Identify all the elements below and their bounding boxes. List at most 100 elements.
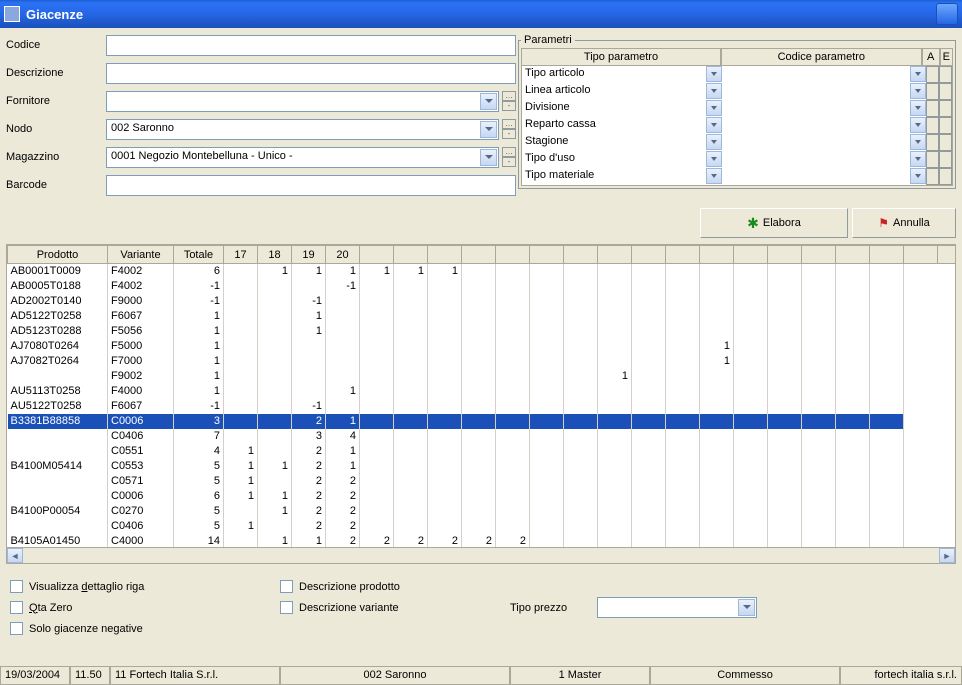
param-e-button[interactable]	[939, 66, 952, 83]
grid-header-empty[interactable]	[700, 246, 734, 264]
table-row[interactable]: C0406734	[8, 429, 957, 444]
scroll-right-button[interactable]: ►	[939, 548, 955, 563]
grid-header-empty[interactable]	[836, 246, 870, 264]
elabora-button[interactable]: ✱ Elabora	[700, 208, 848, 238]
visualizza-dettaglio-checkbox[interactable]: Visualizza dettaglio riga	[10, 580, 280, 593]
table-row[interactable]: C04065122	[8, 519, 957, 534]
fornitore-select[interactable]	[106, 91, 499, 112]
table-row[interactable]: AJ7080T0264F500011	[8, 339, 957, 354]
grid-header-empty[interactable]	[802, 246, 836, 264]
param-a-button[interactable]	[926, 168, 939, 185]
qta-zero-checkbox[interactable]: Qta Zero	[10, 601, 280, 614]
param-a-button[interactable]	[926, 151, 939, 168]
param-e-button[interactable]	[939, 134, 952, 151]
descrizione-input[interactable]	[106, 63, 516, 84]
table-row[interactable]: C000661122	[8, 489, 957, 504]
table-row[interactable]: AD5122T0258F606711	[8, 309, 957, 324]
chevron-down-icon[interactable]	[910, 66, 926, 82]
grid-header-empty[interactable]	[564, 246, 598, 264]
param-e-button[interactable]	[939, 151, 952, 168]
grid-header[interactable]: Variante	[108, 246, 174, 264]
grid-header-empty[interactable]	[598, 246, 632, 264]
chevron-down-icon[interactable]	[706, 83, 722, 99]
table-row[interactable]: B3381B88858C0006321	[8, 414, 957, 429]
codice-input[interactable]	[106, 35, 516, 56]
grid-header-empty[interactable]	[428, 246, 462, 264]
param-tipo-cell[interactable]: Reparto cassa	[522, 117, 722, 134]
grid-header[interactable]: Prodotto	[8, 246, 108, 264]
param-e-button[interactable]	[939, 83, 952, 100]
fornitore-clear-button[interactable]: -	[502, 101, 516, 111]
param-a-button[interactable]	[926, 100, 939, 117]
table-row[interactable]: AD2002T0140F9000-1-1	[8, 294, 957, 309]
data-grid[interactable]: ProdottoVarianteTotale17181920AB0001T000…	[6, 244, 956, 564]
param-codice-cell[interactable]	[722, 100, 926, 117]
horizontal-scrollbar[interactable]: ◄ ►	[7, 547, 955, 563]
grid-header-empty[interactable]	[394, 246, 428, 264]
minimize-button[interactable]	[936, 3, 958, 25]
chevron-down-icon[interactable]	[480, 149, 497, 166]
chevron-down-icon[interactable]	[910, 100, 926, 116]
chevron-down-icon[interactable]	[738, 599, 755, 616]
table-row[interactable]: C05514121	[8, 444, 957, 459]
fornitore-more-button[interactable]: …	[502, 91, 516, 101]
grid-header-empty[interactable]	[734, 246, 768, 264]
annulla-button[interactable]: ⚑ Annulla	[852, 208, 956, 238]
param-codice-cell[interactable]	[722, 134, 926, 151]
grid-header-empty[interactable]	[496, 246, 530, 264]
param-codice-cell[interactable]	[722, 66, 926, 83]
table-row[interactable]: AB0005T0188F4002-1-1	[8, 279, 957, 294]
chevron-down-icon[interactable]	[706, 66, 722, 82]
grid-header-empty[interactable]	[360, 246, 394, 264]
chevron-down-icon[interactable]	[910, 83, 926, 99]
magazzino-more-button[interactable]: …	[502, 147, 516, 157]
magazzino-clear-button[interactable]: -	[502, 157, 516, 167]
table-row[interactable]: B4100P00054C02705122	[8, 504, 957, 519]
param-e-button[interactable]	[939, 168, 952, 185]
param-codice-cell[interactable]	[722, 117, 926, 134]
param-e-button[interactable]	[939, 117, 952, 134]
grid-header-empty[interactable]	[530, 246, 564, 264]
table-row[interactable]: B4100M05414C055351121	[8, 459, 957, 474]
table-row[interactable]: F900211	[8, 369, 957, 384]
param-tipo-cell[interactable]: Linea articolo	[522, 83, 722, 100]
magazzino-select[interactable]: 0001 Negozio Montebelluna - Unico -	[106, 147, 499, 168]
param-codice-cell[interactable]	[722, 168, 926, 185]
chevron-down-icon[interactable]	[480, 93, 497, 110]
chevron-down-icon[interactable]	[480, 121, 497, 138]
chevron-down-icon[interactable]	[706, 100, 722, 116]
table-row[interactable]: AU5122T0258F6067-1-1	[8, 399, 957, 414]
nodo-select[interactable]: 002 Saronno	[106, 119, 499, 140]
table-row[interactable]: C05715122	[8, 474, 957, 489]
descrizione-variante-checkbox[interactable]: Descrizione variante	[280, 601, 510, 614]
chevron-down-icon[interactable]	[706, 168, 722, 184]
param-tipo-cell[interactable]: Tipo materiale	[522, 168, 722, 185]
param-tipo-cell[interactable]: Divisione	[522, 100, 722, 117]
grid-header-empty[interactable]	[462, 246, 496, 264]
grid-header[interactable]: 17	[224, 246, 258, 264]
param-codice-cell[interactable]	[722, 83, 926, 100]
nodo-clear-button[interactable]: -	[502, 129, 516, 139]
table-row[interactable]: AB0001T0009F40026111111	[8, 264, 957, 279]
chevron-down-icon[interactable]	[706, 117, 722, 133]
solo-negative-checkbox[interactable]: Solo giacenze negative	[10, 622, 280, 635]
grid-header-empty[interactable]	[666, 246, 700, 264]
chevron-down-icon[interactable]	[910, 168, 926, 184]
grid-header-empty[interactable]	[938, 246, 957, 264]
chevron-down-icon[interactable]	[910, 151, 926, 167]
grid-header[interactable]: 18	[258, 246, 292, 264]
table-row[interactable]: AU5113T0258F400011	[8, 384, 957, 399]
table-row[interactable]: AJ7082T0264F700011	[8, 354, 957, 369]
grid-header-empty[interactable]	[904, 246, 938, 264]
scroll-left-button[interactable]: ◄	[7, 548, 23, 563]
nodo-more-button[interactable]: …	[502, 119, 516, 129]
param-codice-cell[interactable]	[722, 151, 926, 168]
chevron-down-icon[interactable]	[706, 134, 722, 150]
grid-header-empty[interactable]	[870, 246, 904, 264]
param-tipo-cell[interactable]: Tipo d'uso	[522, 151, 722, 168]
grid-header[interactable]: 19	[292, 246, 326, 264]
grid-header[interactable]: Totale	[174, 246, 224, 264]
param-e-button[interactable]	[939, 100, 952, 117]
param-a-button[interactable]	[926, 134, 939, 151]
param-a-button[interactable]	[926, 83, 939, 100]
